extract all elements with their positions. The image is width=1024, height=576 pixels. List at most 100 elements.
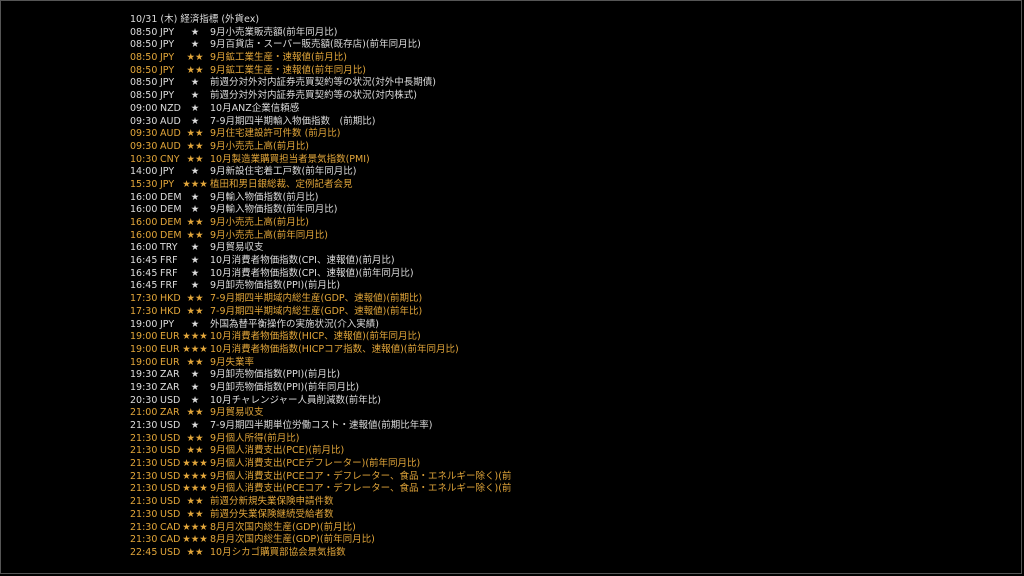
event-indicator: 10月消費者物価指数(HICPコア指数、速報値)(前年同月比): [210, 343, 459, 355]
importance-stars-icon: ★: [190, 420, 200, 431]
event-currency: CNY: [160, 153, 180, 165]
importance-stars-icon: ★★: [186, 508, 204, 520]
event-time: 16:00: [130, 204, 158, 216]
importance-stars-icon: ★★★: [182, 331, 208, 343]
event-time: 09:30: [130, 115, 158, 127]
importance-stars-icon: ★: [190, 26, 200, 38]
event-currency: JPY: [160, 64, 175, 76]
event-row: 21:30 USD ★★★ 9月個人消費支出(PCEコア・デフレーター、食品・エネルギ…: [130, 471, 511, 484]
event-time: 19:00: [130, 356, 158, 368]
importance-stars-icon: ★★: [186, 293, 204, 305]
event-currency: EUR: [160, 331, 180, 343]
event-row: 16:00 DEM ★ 9月輸入物価指数(前年同月比): [130, 204, 511, 217]
event-currency: DEM: [160, 217, 182, 228]
event-currency: USD: [160, 470, 181, 482]
event-indicator: 9月個人消費支出(PCEデフレーター)(前年同月比): [210, 458, 421, 470]
event-row: 09:30 AUD ★★ 9月小売売上高(前月比): [130, 141, 511, 154]
event-row: 19:30 ZAR ★ 9月卸売物価指数(PPI)(前月比): [130, 369, 511, 382]
event-row: 09:00 NZD ★ 10月ANZ企業信頼感: [130, 103, 511, 116]
importance-stars-icon: ★★★: [182, 458, 208, 470]
importance-stars-icon: ★: [190, 166, 200, 178]
importance-stars-icon: ★: [190, 280, 200, 292]
event-row: 17:30 HKD ★★ 7-9月期四半期域内総生産(GDP、速報値)(前年比): [130, 306, 511, 319]
event-row: 08:50 JPY ★★ 9月鉱工業生産・速報値(前年同月比): [130, 65, 511, 78]
event-time: 08:50: [130, 39, 158, 51]
event-time: 09:30: [130, 140, 158, 152]
event-indicator: 9月小売売上高(前月比): [210, 217, 309, 228]
event-currency: USD: [160, 458, 181, 470]
importance-stars-icon: ★: [190, 369, 200, 381]
event-row: 21:30 USD ★★★ 9月個人消費支出(PCEコア・デフレーター、食品・エネルギ…: [130, 483, 511, 496]
event-row: 21:30 USD ★★★ 9月個人消費支出(PCEデフレーター)(前年同月比): [130, 458, 511, 471]
importance-stars-icon: ★: [190, 318, 200, 330]
event-time: 21:30: [130, 483, 158, 495]
event-time: 16:45: [130, 267, 158, 279]
event-row: 16:00 DEM ★★ 9月小売売上高(前月比): [130, 217, 511, 230]
importance-stars-icon: ★: [190, 102, 200, 114]
event-row: 14:00 JPY ★ 9月新設住宅着工戸数(前年同月比): [130, 166, 511, 179]
event-currency: JPY: [160, 52, 175, 64]
event-indicator: 7-9月期四半期域内総生産(GDP、速報値)(前年比): [210, 305, 423, 317]
event-row: 21:30 USD ★ 7-9月期四半期単位労働コスト・速報値(前期比年率): [130, 420, 511, 433]
event-currency: DEM: [160, 191, 182, 203]
event-indicator: 9月鉱工業生産・速報値(前月比): [210, 52, 347, 64]
event-row: 16:00 DEM ★ 9月輸入物価指数(前月比): [130, 192, 511, 205]
importance-stars-icon: ★: [190, 381, 200, 393]
event-indicator: 9月失業率: [210, 356, 255, 368]
event-currency: FRF: [160, 267, 178, 279]
event-currency: USD: [160, 508, 181, 520]
event-currency: CAD: [160, 534, 181, 546]
event-time: 19:30: [130, 381, 158, 393]
event-currency: AUD: [160, 128, 181, 140]
event-currency: USD: [160, 394, 181, 406]
event-indicator: 8月月次国内総生産(GDP)(前月比): [210, 521, 356, 533]
event-indicator: 9月住宅建設許可件数 (前月比): [210, 128, 341, 140]
event-currency: FRF: [160, 280, 178, 292]
event-indicator: 前週分対外対内証券売買契約等の状況(対内株式): [210, 90, 417, 102]
event-indicator: 9月鉱工業生産・速報値(前年同月比): [210, 64, 366, 76]
event-row: 08:50 JPY ★ 前週分対外対内証券売買契約等の状況(対外中長期債): [130, 77, 511, 90]
event-list: 08:50 JPY ★ 9月小売業販売額(前年同月比) 08:50 JPY ★ 9月百貨店・ス…: [130, 27, 511, 560]
event-currency: EUR: [160, 356, 180, 368]
event-currency: EUR: [160, 343, 180, 355]
event-row: 22:45 USD ★★ 10月シカゴ購買部協会景気指数: [130, 547, 511, 560]
event-row: 21:30 USD ★★ 9月個人所得(前月比): [130, 433, 511, 446]
event-indicator: 10月製造業購買担当者景気指数(PMI): [210, 153, 370, 165]
event-currency: AUD: [160, 140, 181, 152]
event-currency: ZAR: [160, 407, 180, 419]
event-row: 09:30 AUD ★ 7-9月期四半期輸入物価指数 (前期比): [130, 116, 511, 129]
event-indicator: 8月月次国内総生産(GDP)(前年同月比): [210, 534, 375, 546]
event-currency: JPY: [160, 318, 175, 330]
event-time: 16:45: [130, 280, 158, 292]
event-time: 10:30: [130, 153, 158, 165]
importance-stars-icon: ★: [190, 255, 200, 267]
event-indicator: 9月個人消費支出(PCEコア・デフレーター、食品・エネルギー除く)(前: [210, 470, 512, 482]
event-currency: DEM: [160, 204, 182, 216]
importance-stars-icon: ★: [190, 39, 200, 51]
event-currency: DEM: [160, 229, 182, 241]
event-indicator: 10月シカゴ購買部協会景気指数: [210, 546, 346, 558]
event-currency: AUD: [160, 115, 181, 127]
event-time: 08:50: [130, 64, 158, 76]
event-row: 21:30 CAD ★★★ 8月月次国内総生産(GDP)(前月比): [130, 522, 511, 535]
event-time: 09:00: [130, 102, 158, 114]
importance-stars-icon: ★: [190, 394, 200, 406]
importance-stars-icon: ★★★: [182, 521, 208, 533]
event-time: 19:00: [130, 343, 158, 355]
event-row: 16:45 FRF ★ 10月消費者物価指数(CPI、速報値)(前年同月比): [130, 268, 511, 281]
event-row: 16:45 FRF ★ 9月卸売物価指数(PPI)(前月比): [130, 280, 511, 293]
event-time: 17:30: [130, 305, 158, 317]
event-row: 20:30 USD ★ 10月チャレンジャー人員削減数(前年比): [130, 395, 511, 408]
event-time: 16:00: [130, 217, 158, 228]
event-indicator: 7-9月期四半期輸入物価指数 (前期比): [210, 115, 376, 127]
event-row: 19:00 EUR ★★★ 10月消費者物価指数(HICP、速報値)(前年同月比): [130, 331, 511, 344]
event-time: 08:50: [130, 26, 158, 38]
importance-stars-icon: ★★★: [182, 483, 208, 495]
event-indicator: 7-9月期四半期単位労働コスト・速報値(前期比年率): [210, 420, 433, 431]
event-time: 21:30: [130, 470, 158, 482]
event-row: 09:30 AUD ★★ 9月住宅建設許可件数 (前月比): [130, 128, 511, 141]
importance-stars-icon: ★: [190, 115, 200, 127]
event-indicator: 9月新設住宅着工戸数(前年同月比): [210, 166, 357, 178]
event-currency: USD: [160, 420, 181, 431]
importance-stars-icon: ★: [190, 191, 200, 203]
